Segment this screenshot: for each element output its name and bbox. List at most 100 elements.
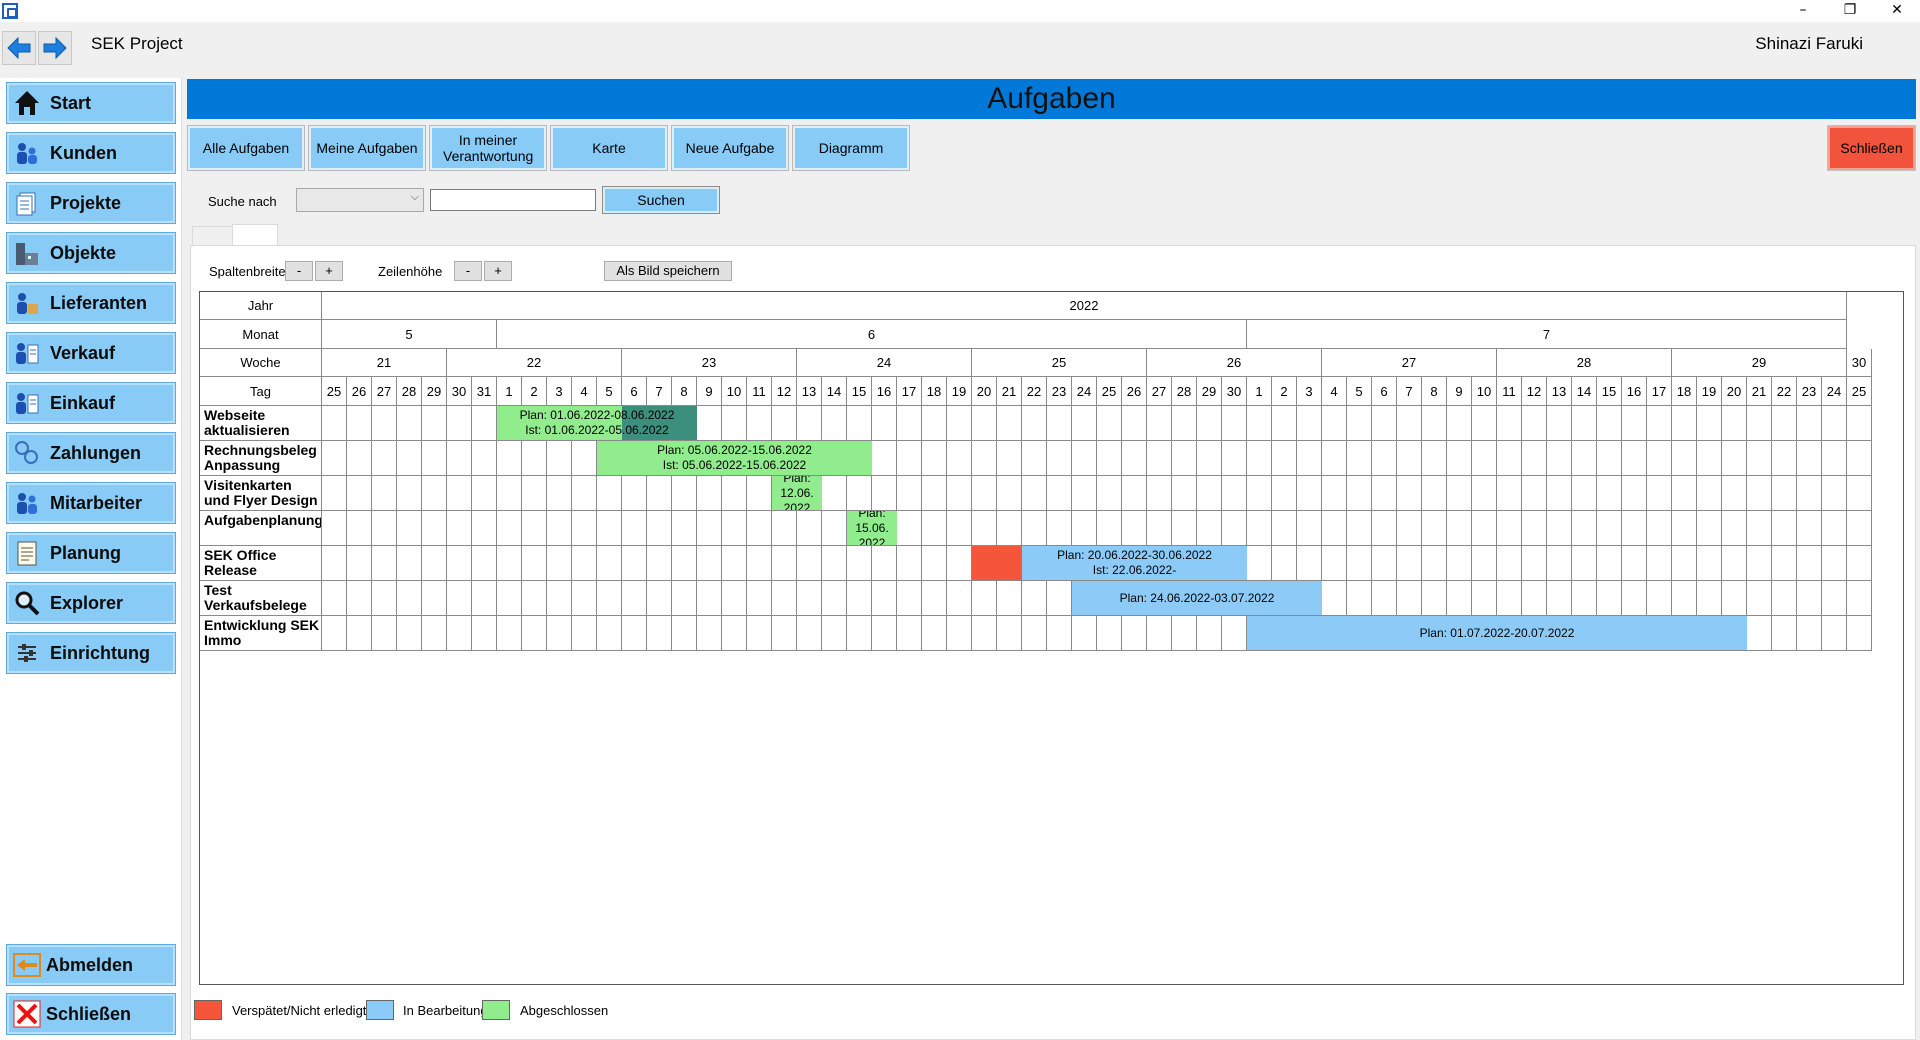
forward-button[interactable] xyxy=(38,31,72,65)
tab-in-meiner-verantwortung[interactable]: In meiner Verantwortung xyxy=(429,125,547,171)
save-as-image-button[interactable]: Als Bild speichern xyxy=(604,261,732,281)
grid-cell xyxy=(872,441,897,476)
grid-cell xyxy=(1822,441,1847,476)
grid-cell xyxy=(1747,476,1772,511)
sidebar-item-mitarbeiter[interactable]: Mitarbeiter xyxy=(6,482,176,524)
maximize-button[interactable]: ❐ xyxy=(1827,0,1873,22)
column-width-decrease-button[interactable]: - xyxy=(285,261,313,281)
grid-cell xyxy=(947,546,972,581)
task-bar-text: Ist: 22.06.2022- xyxy=(1092,563,1177,577)
grid-cell xyxy=(722,511,747,546)
grid-cell xyxy=(1022,406,1047,441)
search-button[interactable]: Suchen xyxy=(602,186,720,214)
sidebar-item-label: Explorer xyxy=(50,592,124,613)
sidebar-item-einrichtung[interactable]: Einrichtung xyxy=(6,632,176,674)
tab-neue-aufgabe[interactable]: Neue Aufgabe xyxy=(671,125,789,171)
grid-cell xyxy=(1597,406,1622,441)
grid-cell xyxy=(1347,546,1372,581)
sidebar-close-button[interactable]: Schließen xyxy=(6,993,176,1035)
task-bar-text: Plan: 05.06.2022-15.06.2022 xyxy=(657,443,812,457)
task-bar-late[interactable] xyxy=(972,546,1022,580)
task-bar-progress[interactable]: Plan: 24.06.2022-03.07.2022 xyxy=(1072,581,1322,615)
task-bar-done[interactable]: Plan: 05.06.2022-15.06.2022 Ist: 05.06.20… xyxy=(597,441,872,475)
grid-cell xyxy=(1322,581,1347,616)
tab-karte[interactable]: Karte xyxy=(550,125,668,171)
sidebar-item-lieferanten[interactable]: Lieferanten xyxy=(6,282,176,324)
task-bar-text: Plan: 24.06.2022-03.07.2022 xyxy=(1119,590,1275,605)
grid-cell xyxy=(1422,406,1447,441)
grid-cell xyxy=(1172,476,1197,511)
row-height-decrease-button[interactable]: - xyxy=(454,261,482,281)
grid-cell xyxy=(1497,441,1522,476)
day-cell: 3 xyxy=(1297,377,1322,406)
grid-cell xyxy=(972,406,997,441)
view-tab-2[interactable] xyxy=(232,224,278,246)
row-height-increase-button[interactable]: + xyxy=(484,261,512,281)
sidebar-close-label: Schließen xyxy=(46,1003,132,1024)
sidebar-item-label: Einkauf xyxy=(50,392,116,413)
task-bar-overlay[interactable] xyxy=(622,406,697,440)
column-width-increase-button[interactable]: + xyxy=(315,261,343,281)
sidebar-item-explorer[interactable]: Explorer xyxy=(6,582,176,624)
task-bar-done[interactable]: Plan: 15.06. 2022 xyxy=(847,511,897,545)
grid-cell xyxy=(1822,546,1847,581)
sidebar-item-label: Einrichtung xyxy=(50,642,150,663)
grid-cell xyxy=(947,616,972,651)
grid-cell xyxy=(522,511,547,546)
day-cell: 11 xyxy=(747,377,772,406)
minimize-button[interactable]: – xyxy=(1780,0,1826,22)
sidebar-item-planung[interactable]: Planung xyxy=(6,532,176,574)
grid-cell xyxy=(1772,616,1797,651)
sidebar-item-zahlungen[interactable]: Zahlungen xyxy=(6,432,176,474)
task-bar-progress[interactable]: Plan: 01.07.2022-20.07.2022 xyxy=(1247,616,1747,650)
grid-cell xyxy=(697,406,722,441)
purchase-icon xyxy=(12,388,42,418)
grid-cell xyxy=(1697,546,1722,581)
tab-meine-aufgaben[interactable]: Meine Aufgaben xyxy=(308,125,426,171)
view-tab-1[interactable] xyxy=(192,226,234,246)
search-field-select[interactable]: ⌵ xyxy=(296,188,424,212)
day-cell: 3 xyxy=(547,377,572,406)
grid-cell xyxy=(397,511,422,546)
sidebar-item-kunden[interactable]: Kunden xyxy=(6,132,176,174)
search-button-label: Suchen xyxy=(637,192,685,208)
grid-cell xyxy=(947,511,972,546)
sidebar-item-objekte[interactable]: Objekte xyxy=(6,232,176,274)
grid-cell xyxy=(322,511,347,546)
grid-cell xyxy=(1772,511,1797,546)
grid-cell xyxy=(647,476,672,511)
sidebar-item-projekte[interactable]: Projekte xyxy=(6,182,176,224)
sidebar-item-start[interactable]: Start xyxy=(6,82,176,124)
search-input[interactable] xyxy=(430,189,596,211)
task-bar-done[interactable]: Plan: 12.06. 2022 xyxy=(772,476,822,510)
grid-cell xyxy=(1197,476,1222,511)
grid-cell xyxy=(547,581,572,616)
grid-cell xyxy=(922,441,947,476)
tab-alle-aufgaben[interactable]: Alle Aufgaben xyxy=(187,125,305,171)
grid-cell xyxy=(422,546,447,581)
sidebar-item-verkauf[interactable]: Verkauf xyxy=(6,332,176,374)
grid-cell xyxy=(997,406,1022,441)
grid-cell xyxy=(722,616,747,651)
employees-icon xyxy=(12,488,42,518)
grid-cell xyxy=(372,476,397,511)
logout-button[interactable]: Abmelden xyxy=(6,944,176,986)
sidebar-item-einkauf[interactable]: Einkauf xyxy=(6,382,176,424)
window-close-button[interactable]: ✕ xyxy=(1874,0,1920,22)
task-bar-progress[interactable]: Plan: 20.06.2022-30.06.2022 Ist: 22.06.20… xyxy=(1022,546,1247,580)
task-bar-text: Plan: 01.07.2022-20.07.2022 xyxy=(1419,625,1575,640)
grid-cell xyxy=(822,406,847,441)
close-button[interactable]: Schließen xyxy=(1827,125,1916,171)
grid-cell xyxy=(1847,616,1872,651)
grid-cell xyxy=(847,616,872,651)
grid-cell xyxy=(347,476,372,511)
grid-cell xyxy=(1397,476,1422,511)
week-cell: 26 xyxy=(1147,349,1322,377)
grid-cell xyxy=(1072,616,1097,651)
back-button[interactable] xyxy=(2,31,36,65)
tab-diagramm[interactable]: Diagramm xyxy=(792,125,910,171)
grid-cell xyxy=(1522,581,1547,616)
day-cell: 13 xyxy=(797,377,822,406)
header-week-label: Woche xyxy=(200,349,322,377)
grid-cell xyxy=(1747,546,1772,581)
